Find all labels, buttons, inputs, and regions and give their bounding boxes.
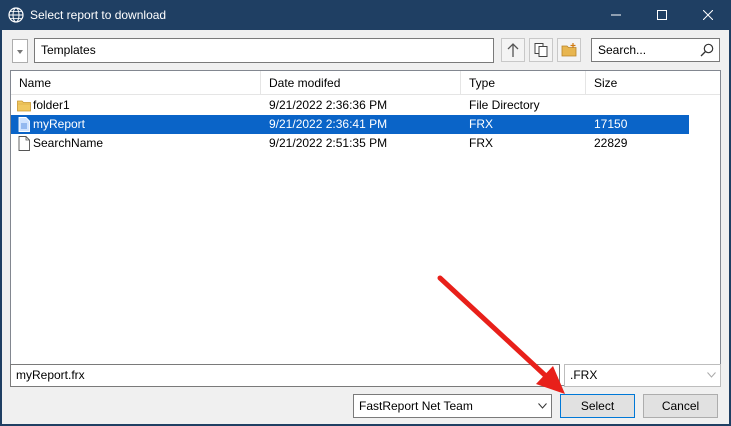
minimize-button[interactable]: [593, 0, 639, 30]
path-field[interactable]: Templates: [34, 38, 494, 63]
file-date: 9/21/2022 2:36:41 PM: [269, 117, 388, 131]
column-header-name[interactable]: Name: [11, 71, 261, 95]
team-dropdown[interactable]: FastReport Net Team: [353, 394, 552, 418]
up-folder-button[interactable]: [501, 38, 525, 62]
document-icon: [18, 136, 30, 151]
chevron-down-icon: [538, 403, 547, 409]
file-type: File Directory: [469, 98, 540, 112]
title-bar: Select report to download: [0, 0, 731, 30]
file-date: 9/21/2022 2:51:35 PM: [269, 136, 388, 150]
file-name: folder1: [33, 98, 70, 112]
file-list[interactable]: Name Date modifed Type Size folder1 9/21…: [10, 70, 721, 386]
close-button[interactable]: [685, 0, 731, 30]
filter-value: .FRX: [570, 368, 598, 382]
file-type: FRX: [469, 136, 493, 150]
search-icon[interactable]: [700, 43, 714, 57]
dialog-body: Templates Name Date modifed Type Size: [2, 30, 729, 424]
new-folder-icon: [561, 43, 577, 57]
file-name: myReport: [33, 117, 86, 131]
file-row-folder1[interactable]: folder1 9/21/2022 2:36:36 PM File Direct…: [11, 96, 689, 115]
close-icon: [703, 10, 713, 20]
file-row-searchname[interactable]: SearchName 9/21/2022 2:51:35 PM FRX 2282…: [11, 134, 689, 153]
arrow-up-icon: [507, 43, 519, 57]
column-header-type[interactable]: Type: [461, 71, 586, 95]
maximize-button[interactable]: [639, 0, 685, 30]
maximize-icon: [657, 10, 667, 20]
minimize-icon: [611, 14, 621, 16]
file-size: 17150: [594, 117, 628, 131]
chevron-down-icon: [707, 372, 716, 378]
file-name: SearchName: [33, 136, 104, 150]
file-date: 9/21/2022 2:36:36 PM: [269, 98, 388, 112]
select-button[interactable]: Select: [560, 394, 635, 418]
globe-icon: [8, 7, 24, 23]
copy-icon: [534, 43, 548, 57]
copy-button[interactable]: [529, 38, 553, 62]
search-box[interactable]: [591, 38, 720, 62]
file-type: FRX: [469, 117, 493, 131]
column-header-size[interactable]: Size: [586, 71, 720, 95]
new-folder-button[interactable]: [557, 38, 581, 62]
path-history-dropdown[interactable]: [12, 39, 28, 63]
filename-input[interactable]: myReport.frx: [10, 364, 560, 387]
window-title: Select report to download: [30, 8, 167, 22]
column-header-row: Name Date modifed Type Size: [11, 71, 720, 95]
file-type-filter[interactable]: .FRX: [564, 364, 721, 387]
cancel-button[interactable]: Cancel: [643, 394, 718, 418]
search-input[interactable]: [592, 39, 696, 61]
chevron-down-icon: [17, 50, 23, 54]
team-value: FastReport Net Team: [359, 399, 473, 413]
file-size: 22829: [594, 136, 628, 150]
column-header-date[interactable]: Date modifed: [261, 71, 461, 95]
file-row-myreport[interactable]: myReport 9/21/2022 2:36:41 PM FRX 17150: [11, 115, 689, 134]
document-icon: [18, 117, 30, 132]
folder-icon: [17, 100, 31, 112]
